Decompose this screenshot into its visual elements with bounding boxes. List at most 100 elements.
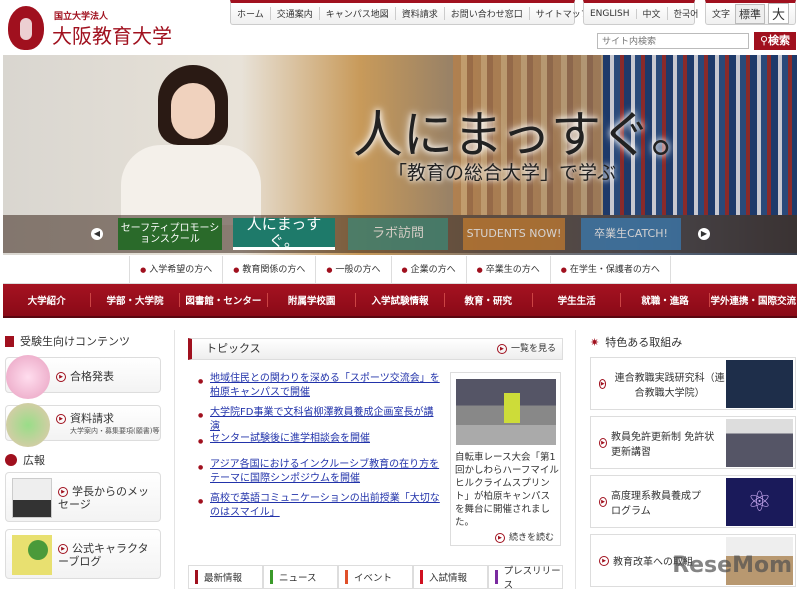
topic-link[interactable]: 大学院FD事業で文科省柳澤教員養成企画室長が講演 bbox=[198, 406, 443, 434]
heading-text: 受験生向けコンテンツ bbox=[20, 335, 130, 348]
tab-color-bar bbox=[270, 570, 273, 584]
audience-companies[interactable]: ● 企業の方へ bbox=[392, 255, 467, 284]
play-icon: ▶ bbox=[58, 487, 68, 497]
sublabel: 大学案内・募集要項(願書)等 bbox=[70, 427, 160, 435]
exam-heading: 受験生向けコンテンツ bbox=[5, 333, 130, 349]
audience-general[interactable]: ● 一般の方へ bbox=[316, 255, 392, 284]
topics-header: トピックス ▶ 一覧を見る bbox=[188, 338, 563, 360]
thumb-graduates-catch[interactable]: 卒業生CATCH! bbox=[581, 218, 681, 250]
audience-educators[interactable]: ● 教育関係の方へ bbox=[223, 255, 317, 284]
graduate-school-image bbox=[726, 360, 793, 408]
topics-title: トピックス bbox=[206, 342, 261, 355]
search-icon: ⚲ bbox=[759, 34, 769, 47]
nav-career[interactable]: 就職・進路 bbox=[621, 293, 710, 307]
play-icon: ▶ bbox=[599, 555, 609, 566]
tab-events[interactable]: イベント bbox=[338, 565, 413, 589]
label: プレスリリース bbox=[503, 566, 561, 591]
tab-news[interactable]: ニュース bbox=[263, 565, 338, 589]
top-nav-campus-map[interactable]: キャンパス地図 bbox=[320, 7, 396, 20]
globe-icon bbox=[5, 454, 17, 466]
request-materials-card[interactable]: ▶ 資料請求 大学案内・募集要項(願書)等 bbox=[5, 403, 161, 447]
play-icon: ▶ bbox=[58, 544, 68, 554]
topic-link[interactable]: アジア各国におけるインクルーシブ教育の在り方をテーマに国際シンポジウムを開催 bbox=[198, 458, 443, 486]
label: 在学生・保護者の方へ bbox=[569, 264, 660, 275]
label: ニュース bbox=[279, 573, 317, 584]
label: 続きを読む bbox=[508, 533, 554, 543]
search-button[interactable]: ⚲検索 bbox=[754, 32, 796, 50]
character-blog-card[interactable]: ▶ 公式キャラクターブログ bbox=[5, 529, 161, 579]
label: 連合教職実践研究科（連合教職大学院） bbox=[614, 372, 725, 399]
thumb-safety-promotion[interactable]: セーフティプロモーションスクール bbox=[118, 218, 222, 250]
label: 学長からのメッセージ bbox=[58, 485, 149, 511]
student-face bbox=[171, 83, 215, 139]
label: 最新情報 bbox=[204, 573, 243, 584]
feature-card[interactable]: ▶ 教員免許更新制 免許状更新講習 bbox=[590, 416, 796, 469]
see-all-link[interactable]: ▶ 一覧を見る bbox=[496, 339, 556, 359]
thumb-students-now[interactable]: STUDENTS NOW! bbox=[463, 218, 565, 250]
tab-press[interactable]: プレスリリース bbox=[488, 565, 563, 591]
hero-thumbnails: ◀ セーフティプロモーションスクール 人にまっすぐ。 ラボ訪問 STUDENTS… bbox=[3, 215, 797, 253]
thumb-hito-ni-massugu[interactable]: 人にまっすぐ。 bbox=[233, 216, 335, 250]
pr-heading: 広報 bbox=[5, 452, 45, 468]
play-icon: ▶ bbox=[56, 372, 66, 382]
hero-subtitle: 「教育の総合大学」で学ぶ bbox=[388, 162, 617, 184]
top-nav-contact[interactable]: お問い合わせ窓口 bbox=[445, 7, 530, 20]
play-icon: ▶ bbox=[599, 437, 608, 448]
tab-admissions[interactable]: 入試情報 bbox=[413, 565, 488, 589]
exam-results-card[interactable]: ▶ 合格発表 bbox=[5, 355, 161, 399]
top-nav-request[interactable]: 資料請求 bbox=[396, 7, 445, 20]
search-input[interactable] bbox=[597, 33, 749, 49]
nav-research[interactable]: 教育・研究 bbox=[445, 293, 533, 307]
university-logo-icon[interactable] bbox=[8, 6, 44, 50]
topic-link[interactable]: センター試験後に進学相談会を開催 bbox=[198, 432, 443, 449]
heading-text: 広報 bbox=[23, 454, 45, 467]
topic-link[interactable]: 地域住民との関わりを深める「スポーツ交流会」を柏原キャンパスで開催 bbox=[198, 372, 443, 400]
label: 入試情報 bbox=[429, 573, 468, 584]
nav-admissions[interactable]: 入学試験情報 bbox=[356, 293, 445, 307]
news-tabs: 最新情報 ニュース イベント 入試情報 プレスリリース bbox=[188, 565, 563, 591]
play-icon: ▶ bbox=[599, 378, 607, 389]
top-nav-access[interactable]: 交通案内 bbox=[271, 7, 320, 20]
president-message-card[interactable]: ▶ 学長からのメッセージ bbox=[5, 472, 161, 522]
audience-prospective[interactable]: ● 入学希望の方へ bbox=[129, 255, 224, 284]
nav-about[interactable]: 大学紹介 bbox=[3, 293, 92, 307]
nav-student-life[interactable]: 学生生活 bbox=[533, 293, 622, 307]
nav-attached-schools[interactable]: 附属学校園 bbox=[268, 293, 357, 307]
nav-library[interactable]: 図書館・センター bbox=[180, 293, 268, 307]
thumb-lab-visit[interactable]: ラボ訪問 bbox=[348, 218, 448, 250]
topic-link[interactable]: 高校で英語コミュニケーションの出前授業「大切なのはスマイル」 bbox=[198, 492, 443, 520]
label: 入学希望の方へ bbox=[149, 264, 213, 275]
mascot-image bbox=[12, 535, 52, 575]
label: 一覧を見る bbox=[510, 344, 556, 354]
top-nav-home[interactable]: ホーム bbox=[231, 7, 271, 20]
nav-faculties[interactable]: 学部・大学院 bbox=[91, 293, 180, 307]
book-icon bbox=[5, 335, 14, 347]
student-body bbox=[121, 145, 261, 225]
president-photo bbox=[12, 478, 52, 518]
heading-text: 特色ある取組み bbox=[605, 336, 683, 349]
lang-english[interactable]: ENGLISH bbox=[584, 8, 637, 19]
features-heading: ✷ 特色ある取組み bbox=[590, 334, 682, 350]
feature-card[interactable]: ▶ 連合教職実践研究科（連合教職大学院） bbox=[590, 357, 796, 410]
main-nav: 大学紹介 学部・大学院 図書館・センター 附属学校園 入学試験情報 教育・研究 … bbox=[3, 284, 797, 318]
divider bbox=[174, 330, 175, 589]
hero-title: 人にまっすぐ。 bbox=[353, 106, 701, 164]
font-standard-button[interactable]: 標準 bbox=[735, 3, 766, 24]
play-icon: ▶ bbox=[494, 532, 505, 543]
tab-latest[interactable]: 最新情報 bbox=[188, 565, 263, 589]
feature-card[interactable]: ▶ 高度理系教員養成プログラム ⚛ bbox=[590, 475, 796, 528]
hero-banner[interactable]: 人にまっすぐ。 「教育の総合大学」で学ぶ ◀ セーフティプロモーションスクール … bbox=[3, 55, 797, 255]
lang-chinese[interactable]: 中文 bbox=[637, 7, 668, 20]
read-more-link[interactable]: ▶ 続きを読む bbox=[494, 530, 554, 543]
featured-topic-card[interactable]: 自転車レース大会「第1回かしわらハーフマイルヒルクライムスプリント」が柏原キャン… bbox=[450, 372, 561, 546]
nav-international[interactable]: 学外連携・国際交流 bbox=[710, 293, 797, 307]
logo-title[interactable]: 大阪教育大学 bbox=[52, 20, 172, 49]
font-large-button[interactable]: 大 bbox=[768, 3, 790, 24]
lang-korean[interactable]: 한국어 bbox=[668, 7, 705, 20]
lighthouse-icon: ✷ bbox=[590, 335, 600, 349]
next-arrow-icon[interactable]: ▶ bbox=[698, 228, 710, 240]
audience-alumni[interactable]: ● 卒業生の方へ bbox=[467, 255, 551, 284]
divider bbox=[575, 330, 576, 589]
prev-arrow-icon[interactable]: ◀ bbox=[91, 228, 103, 240]
audience-students-parents[interactable]: ● 在学生・保護者の方へ bbox=[551, 255, 671, 284]
